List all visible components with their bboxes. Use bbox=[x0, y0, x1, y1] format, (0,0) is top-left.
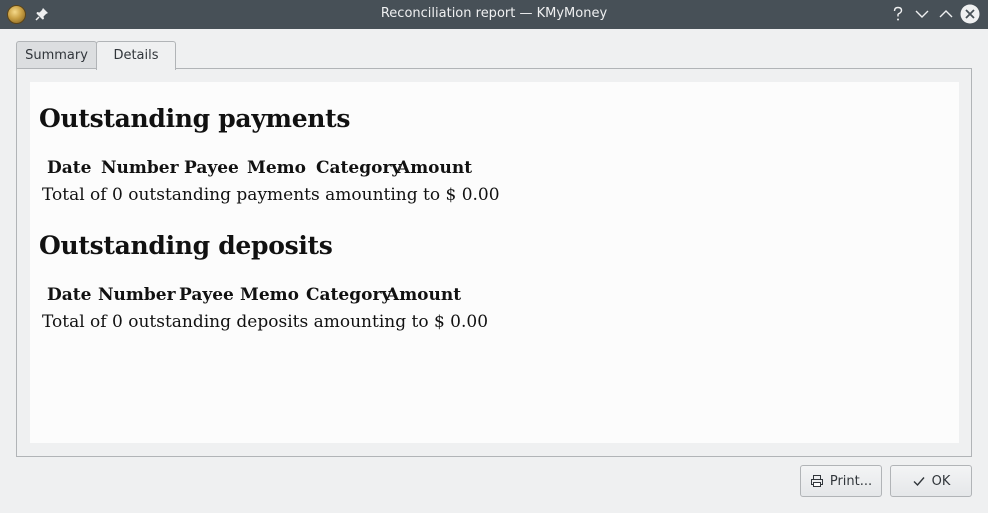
column-header-amount: Amount bbox=[397, 158, 473, 178]
outstanding-payments-heading: Outstanding payments bbox=[39, 104, 351, 133]
minimize-icon[interactable] bbox=[912, 4, 932, 24]
help-icon[interactable] bbox=[888, 4, 908, 24]
payments-column-headers: Date Number Payee Memo Category Amount bbox=[47, 158, 472, 178]
payments-summary: Total of 0 outstanding payments amountin… bbox=[42, 185, 500, 205]
column-header-number: Number bbox=[98, 285, 176, 305]
ok-button-label: OK bbox=[931, 473, 951, 489]
column-header-number: Number bbox=[101, 158, 179, 178]
window-title: Reconciliation report — KMyMoney bbox=[380, 6, 608, 21]
maximize-icon[interactable] bbox=[936, 4, 956, 24]
print-button-label: Print... bbox=[829, 473, 873, 489]
column-header-category: Category bbox=[306, 285, 392, 305]
column-header-payee: Payee bbox=[179, 285, 234, 305]
column-header-date: Date bbox=[47, 285, 92, 305]
outstanding-deposits-heading: Outstanding deposits bbox=[39, 231, 333, 260]
ok-button[interactable]: OK bbox=[890, 465, 972, 497]
column-header-payee: Payee bbox=[184, 158, 239, 178]
tab-panel: Outstanding payments Date Number Payee M… bbox=[16, 68, 972, 457]
column-header-category: Category bbox=[316, 158, 402, 178]
column-header-date: Date bbox=[47, 158, 92, 178]
report-view: Outstanding payments Date Number Payee M… bbox=[30, 82, 959, 443]
tab-details[interactable]: Details bbox=[96, 41, 176, 70]
printer-icon bbox=[810, 475, 823, 487]
deposits-column-headers: Date Number Payee Memo Category Amount bbox=[47, 285, 461, 305]
column-header-memo: Memo bbox=[247, 158, 306, 178]
column-header-amount: Amount bbox=[386, 285, 462, 305]
checkmark-icon bbox=[913, 477, 925, 487]
tab-summary[interactable]: Summary bbox=[16, 41, 97, 69]
title-bar: Reconciliation report — KMyMoney bbox=[0, 0, 988, 29]
print-button[interactable]: Print... bbox=[800, 465, 882, 497]
deposits-summary: Total of 0 outstanding deposits amountin… bbox=[42, 312, 489, 332]
column-header-memo: Memo bbox=[240, 285, 299, 305]
close-icon[interactable] bbox=[960, 4, 980, 24]
